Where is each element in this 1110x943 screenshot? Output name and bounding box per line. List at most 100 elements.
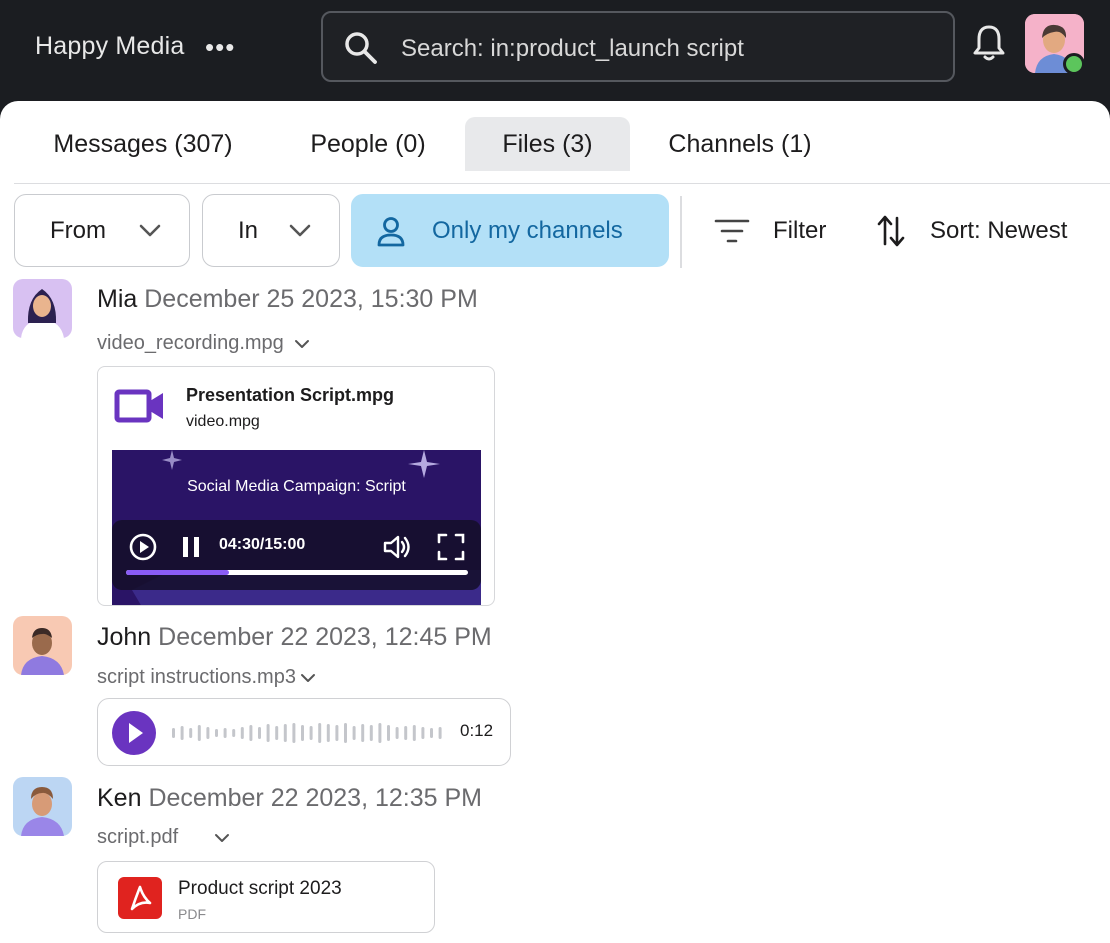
- waveform-bar: [301, 725, 304, 741]
- sort-label: Sort: Newest: [930, 216, 1068, 244]
- avatar[interactable]: [13, 777, 72, 836]
- attachment-title: Presentation Script.mpg: [186, 385, 395, 405]
- play-icon: [129, 723, 143, 743]
- workspace-name[interactable]: Happy Media: [35, 32, 185, 61]
- waveform-bar: [206, 727, 210, 739]
- waveform-bar: [258, 727, 261, 739]
- author-name[interactable]: Mia: [97, 285, 137, 313]
- filter-separator: [680, 196, 682, 268]
- file-name-row[interactable]: script instructions.mp3: [97, 666, 316, 689]
- filter-label: Filter: [773, 216, 827, 244]
- post-date: December 25 2023, 15:30 PM: [144, 285, 478, 313]
- sort-button[interactable]: Sort: Newest: [876, 194, 1086, 267]
- waveform-bar: [275, 726, 279, 740]
- file-name: video_recording.mpg: [97, 332, 284, 354]
- only-my-channels-label: Only my channels: [432, 216, 623, 244]
- waveform-bar: [180, 726, 184, 740]
- filter-bar: From In Only my channels Filter Sort: Ne…: [0, 194, 1110, 269]
- waveform-bar: [412, 725, 416, 741]
- chevron-down-icon: [294, 339, 309, 348]
- notifications-bell-icon[interactable]: [970, 22, 1008, 64]
- result-author-line: John December 22 2023, 12:45 PM: [97, 623, 492, 652]
- waveform-bar: [369, 725, 373, 741]
- waveform-bar: [387, 725, 390, 741]
- waveform-bar: [283, 724, 287, 742]
- waveform-bar: [404, 726, 408, 740]
- video-attachment-card[interactable]: Presentation Script.mpg video.mpg Social…: [97, 366, 495, 606]
- waveform-bar: [215, 729, 218, 737]
- video-camera-icon: [114, 389, 163, 423]
- attachment-title: Product script 2023: [178, 878, 342, 899]
- search-query-text[interactable]: Search: in:product_launch script: [401, 35, 744, 63]
- sort-arrows-icon: [877, 215, 905, 247]
- presence-status-indicator: [1063, 53, 1085, 75]
- video-thumbnail-title: Social Media Campaign: Script: [187, 478, 406, 495]
- video-player[interactable]: Social Media Campaign: Script 04:30/15:0…: [112, 450, 481, 605]
- top-bar: Happy Media ••• Search: in:product_launc…: [0, 0, 1110, 100]
- file-name: script.pdf: [97, 826, 179, 848]
- chevron-down-icon: [215, 833, 230, 842]
- waveform-bar: [240, 727, 244, 739]
- audio-play-button[interactable]: [112, 711, 156, 755]
- post-date: December 22 2023, 12:45 PM: [158, 623, 492, 651]
- attachment-subtitle: PDF: [178, 906, 206, 922]
- waveform-bar: [249, 725, 253, 741]
- chevron-down-icon: [289, 224, 311, 237]
- filter-button[interactable]: Filter: [714, 194, 838, 267]
- from-filter-dropdown[interactable]: From: [14, 194, 190, 267]
- tab-channels[interactable]: Channels (1): [652, 117, 828, 171]
- search-bar[interactable]: Search: in:product_launch script: [321, 11, 955, 82]
- pause-icon[interactable]: [180, 535, 202, 559]
- filter-lines-icon: [714, 219, 750, 243]
- in-filter-label: In: [238, 216, 259, 244]
- volume-icon[interactable]: [382, 533, 412, 561]
- file-name-row[interactable]: script.pdf: [97, 826, 230, 849]
- waveform-bar: [352, 726, 356, 740]
- play-circle-icon[interactable]: [128, 532, 158, 562]
- waveform-bar: [223, 728, 227, 738]
- author-name[interactable]: Ken: [97, 784, 141, 812]
- result-author-line: Mia December 25 2023, 15:30 PM: [97, 285, 478, 314]
- tab-messages[interactable]: Messages (307): [34, 117, 252, 171]
- more-options-icon[interactable]: •••: [205, 34, 235, 60]
- video-progress-fill: [126, 570, 229, 575]
- file-name: script instructions.mp3: [97, 666, 296, 688]
- in-filter-dropdown[interactable]: In: [202, 194, 340, 267]
- tab-files[interactable]: Files (3): [465, 117, 630, 171]
- waveform-bar: [335, 725, 339, 741]
- waveform-bar: [292, 723, 296, 743]
- result-tabs: Messages (307) People (0) Files (3) Chan…: [0, 101, 1110, 183]
- waveform-bar: [326, 724, 330, 742]
- waveform-bar: [189, 728, 193, 738]
- waveform-bar: [309, 726, 313, 740]
- video-controls: 04:30/15:00: [112, 520, 481, 590]
- avatar[interactable]: [13, 616, 72, 675]
- from-filter-label: From: [50, 216, 106, 244]
- author-name[interactable]: John: [97, 623, 151, 651]
- pdf-file-icon: [118, 877, 162, 919]
- attachment-subtitle: video.mpg: [186, 413, 260, 430]
- tab-people[interactable]: People (0): [292, 117, 444, 171]
- waveform-bar: [232, 729, 236, 737]
- tabs-divider: [14, 183, 1110, 184]
- waveform-bar: [344, 723, 347, 743]
- search-results-panel: Messages (307) People (0) Files (3) Chan…: [0, 101, 1110, 943]
- person-icon: [377, 217, 405, 247]
- waveform-bar: [172, 728, 175, 738]
- chevron-down-icon: [300, 673, 315, 682]
- file-name-row[interactable]: video_recording.mpg: [97, 332, 310, 355]
- waveform-bar: [430, 728, 433, 738]
- avatar[interactable]: [13, 279, 72, 338]
- video-time: 04:30/15:00: [219, 536, 306, 553]
- waveform-bar: [361, 724, 365, 742]
- audio-attachment-card[interactable]: 0:12: [97, 698, 511, 766]
- audio-waveform[interactable]: [170, 721, 450, 745]
- waveform-bar: [421, 727, 425, 739]
- search-icon: [345, 32, 377, 64]
- only-my-channels-toggle[interactable]: Only my channels: [351, 194, 669, 267]
- audio-duration: 0:12: [460, 721, 494, 740]
- fullscreen-icon[interactable]: [436, 532, 466, 562]
- pdf-attachment-card[interactable]: Product script 2023 PDF: [97, 861, 435, 933]
- waveform-bar: [318, 723, 322, 743]
- waveform-bar: [378, 723, 382, 743]
